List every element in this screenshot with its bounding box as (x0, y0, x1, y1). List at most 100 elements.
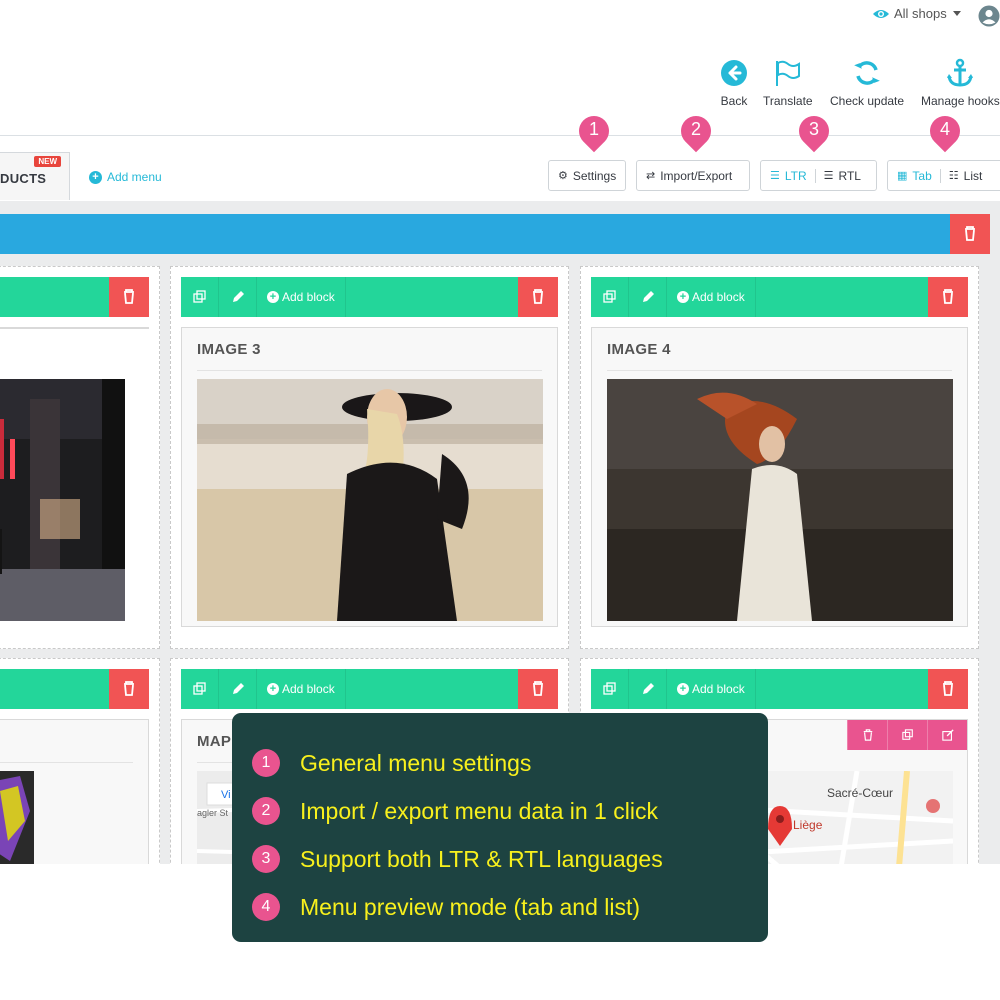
red-hair-woman-image (607, 379, 953, 621)
divider (814, 168, 816, 183)
block-title: MAP (197, 733, 232, 750)
edit-column-button[interactable] (629, 277, 667, 317)
grid-icon: ▦ (897, 170, 908, 182)
woman-hat-image (197, 379, 543, 621)
marker-number: 1 (588, 119, 599, 139)
add-block-button[interactable]: + Add block (257, 277, 346, 317)
duplicate-column-button[interactable] (181, 669, 219, 709)
manage-hooks-button[interactable]: Manage hooks (921, 58, 1000, 108)
column-toolbar: + Add block (181, 277, 558, 317)
edit-block-button[interactable] (927, 720, 967, 750)
translate-button[interactable]: Translate (763, 58, 813, 108)
trash-icon (533, 289, 543, 304)
view-mode-toggle: ▦ Tab ☷ List (887, 160, 1000, 191)
add-block-label: Add block (282, 682, 335, 696)
delete-column-button[interactable] (928, 669, 968, 709)
duplicate-block-button[interactable] (887, 720, 927, 750)
check-update-label: Check update (830, 94, 905, 108)
align-right-icon: ☰ (823, 170, 834, 182)
delete-row-button[interactable] (950, 214, 990, 254)
translate-label: Translate (763, 94, 813, 108)
colorful-figure-image (0, 771, 34, 864)
feature-item: 2 Import / export menu data in 1 click (252, 787, 768, 835)
column-toolbar: + Add block (591, 669, 968, 709)
add-menu-link[interactable]: + Add menu (89, 170, 162, 184)
rtl-option[interactable]: RTL (839, 169, 861, 183)
settings-button[interactable]: ⚙ Settings (548, 160, 626, 191)
duplicate-column-button[interactable] (181, 277, 219, 317)
add-block-button[interactable]: + Add block (667, 277, 756, 317)
divider (939, 168, 941, 183)
edit-column-button[interactable] (219, 669, 257, 709)
add-menu-label: Add menu (107, 170, 162, 184)
add-block-button[interactable]: + Add block (257, 669, 346, 709)
delete-column-button[interactable] (518, 277, 558, 317)
trash-icon (124, 289, 134, 304)
add-block-label: Add block (692, 290, 745, 304)
pencil-icon (232, 291, 244, 302)
divider (607, 370, 952, 371)
column-4 (0, 658, 160, 864)
tab-option[interactable]: Tab (912, 169, 931, 183)
plus-circle-icon: + (267, 291, 279, 303)
feature-callout: 1 General menu settings 2 Import / expor… (232, 713, 768, 942)
plus-circle-icon: + (89, 170, 102, 184)
delete-column-button[interactable] (109, 277, 149, 317)
trash-icon (943, 289, 953, 304)
delete-block-button[interactable] (847, 720, 887, 750)
plus-circle-icon: + (267, 683, 279, 695)
feature-text: Import / export menu data in 1 click (300, 797, 658, 824)
map-label: Liège (793, 818, 823, 832)
marker-3: 3 (792, 109, 836, 154)
shop-selector-label: All shops (894, 6, 947, 21)
duplicate-column-button[interactable] (591, 669, 629, 709)
feature-text: Menu preview mode (tab and list) (300, 893, 641, 920)
check-update-button[interactable]: Check update (830, 58, 904, 108)
feature-item: 1 General menu settings (252, 739, 768, 787)
header-divider (0, 135, 1000, 136)
column-2: + Add block IMAGE 3 (170, 266, 569, 649)
back-button[interactable]: Back (719, 58, 749, 108)
marker-1: 1 (572, 109, 616, 154)
trash-icon (965, 226, 975, 241)
list-icon: ☷ (948, 170, 959, 182)
feature-item: 4 Menu preview mode (tab and list) (252, 883, 768, 931)
user-icon[interactable] (978, 5, 1000, 27)
edit-column-button[interactable] (219, 277, 257, 317)
copy-icon (192, 290, 206, 303)
image-block-4: IMAGE 4 (591, 327, 968, 627)
feature-text: General menu settings (300, 749, 532, 776)
tab-products[interactable]: NEW DUCTS (0, 152, 70, 200)
import-export-button[interactable]: ⇄ Import/Export (636, 160, 750, 191)
column-toolbar (0, 277, 149, 317)
list-option[interactable]: List (964, 169, 983, 183)
add-block-button[interactable]: + Add block (667, 669, 756, 709)
duplicate-column-button[interactable] (591, 277, 629, 317)
delete-column-button[interactable] (109, 669, 149, 709)
flag-icon (775, 60, 800, 86)
gear-icon: ⚙ (558, 170, 568, 182)
top-bar: All shops (0, 0, 1000, 34)
new-badge: NEW (34, 156, 61, 167)
import-export-label: Import/Export (660, 168, 733, 183)
trash-icon (124, 681, 134, 696)
manage-hooks-label: Manage hooks (921, 94, 1000, 108)
image-block-2 (0, 327, 149, 621)
feature-text: Support both LTR & RTL languages (300, 845, 663, 872)
direction-toggle: ☰ LTR ☰ RTL (760, 160, 877, 191)
marker-number: 3 (808, 119, 819, 139)
column-1 (0, 266, 160, 649)
shop-selector[interactable]: All shops (872, 6, 961, 21)
toolbar-actions: Back Translate Check update Manage hooks (0, 58, 1000, 118)
back-arrow-icon (721, 60, 747, 86)
copy-icon (602, 290, 616, 303)
delete-column-button[interactable] (518, 669, 558, 709)
edit-column-button[interactable] (629, 669, 667, 709)
city-street-image (0, 379, 125, 621)
copy-icon (602, 682, 616, 695)
ltr-option[interactable]: LTR (785, 169, 807, 183)
marker-number: 4 (939, 119, 950, 139)
column-3: + Add block IMAGE 4 (580, 266, 979, 649)
delete-column-button[interactable] (928, 277, 968, 317)
settings-label: Settings (572, 168, 617, 183)
